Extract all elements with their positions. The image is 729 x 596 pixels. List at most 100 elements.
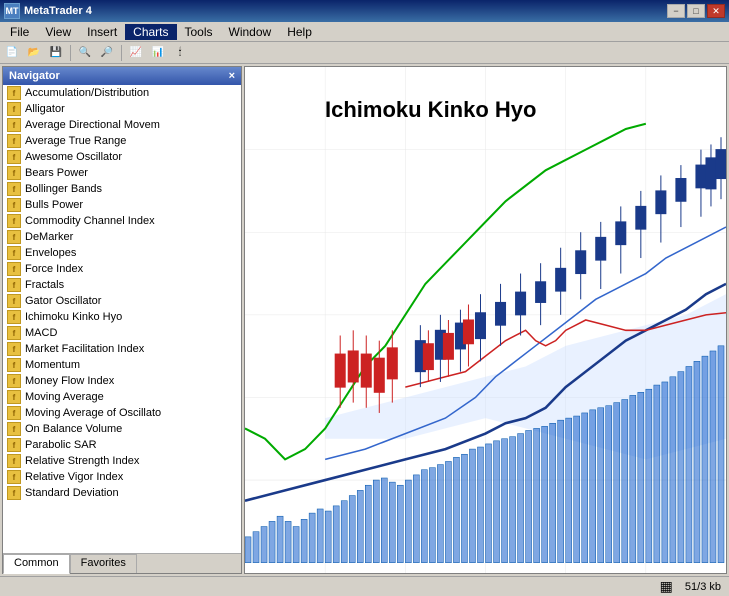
toolbar-line[interactable]: 📈	[126, 44, 146, 62]
toolbar-open[interactable]: 📂	[24, 44, 44, 62]
window-title: MetaTrader 4	[24, 5, 92, 17]
nav-item[interactable]: fAverage True Range	[3, 133, 241, 149]
toolbar-zoom-in[interactable]: 🔍	[75, 44, 95, 62]
window-controls: − □ ✕	[667, 4, 725, 18]
menu-view[interactable]: View	[37, 24, 79, 40]
nav-item-icon: f	[7, 438, 21, 452]
nav-item[interactable]: f Envelopes	[3, 245, 241, 261]
nav-item-label: Momentum	[25, 359, 80, 371]
nav-item[interactable]: f Bears Power	[3, 165, 241, 181]
menu-window[interactable]: Window	[221, 24, 280, 40]
nav-item-icon: f	[7, 166, 21, 180]
navigator-list[interactable]: fAccumulation/DistributionfAlligatorfAve…	[3, 85, 241, 553]
maximize-button[interactable]: □	[687, 4, 705, 18]
nav-item[interactable]: f Moving Average of Oscillato	[3, 405, 241, 421]
menu-insert[interactable]: Insert	[79, 24, 125, 40]
nav-item[interactable]: fAverage Directional Movem	[3, 117, 241, 133]
chart-area: Ichimoku Kinko Hyo	[244, 66, 727, 574]
nav-item[interactable]: f Standard Deviation	[3, 485, 241, 501]
nav-item[interactable]: f On Balance Volume	[3, 421, 241, 437]
nav-item-icon: f	[7, 262, 21, 276]
chart-svg	[245, 67, 726, 573]
toolbar-candle[interactable]: 🕯	[170, 44, 190, 62]
toolbar: 📄 📂 💾 🔍 🔎 📈 📊 🕯	[0, 42, 729, 64]
nav-item-icon: f	[7, 406, 21, 420]
toolbar-bar[interactable]: 📊	[148, 44, 168, 62]
menu-file[interactable]: File	[2, 24, 37, 40]
navigator-header: Navigator ×	[3, 67, 241, 85]
nav-item[interactable]: fFractals	[3, 277, 241, 293]
nav-item[interactable]: f MACD	[3, 325, 241, 341]
toolbar-new[interactable]: 📄	[2, 44, 22, 62]
nav-item-label: Alligator	[25, 103, 65, 115]
app-icon: MT	[4, 3, 20, 19]
toolbar-zoom-out[interactable]: 🔎	[97, 44, 117, 62]
toolbar-save[interactable]: 💾	[46, 44, 66, 62]
nav-item[interactable]: fAwesome Oscillator	[3, 149, 241, 165]
nav-item[interactable]: f Relative Strength Index	[3, 453, 241, 469]
nav-item-icon: f	[7, 246, 21, 260]
nav-item-icon: f	[7, 374, 21, 388]
nav-item-label: Relative Strength Index	[25, 455, 139, 467]
nav-item-icon: f	[7, 214, 21, 228]
nav-item-label: Force Index	[25, 263, 83, 275]
toolbar-sep1	[70, 45, 71, 61]
navigator-close-button[interactable]: ×	[229, 70, 235, 82]
navigator-title: Navigator	[9, 70, 60, 82]
nav-item-label: Average True Range	[25, 135, 126, 147]
nav-item-label: Standard Deviation	[25, 487, 119, 499]
nav-item-label: Bollinger Bands	[25, 183, 102, 195]
nav-item-label: DeMarker	[25, 231, 73, 243]
menu-charts[interactable]: Charts	[125, 24, 176, 40]
status-bar: ▦ 51/3 kb	[0, 576, 729, 596]
nav-item-label: Envelopes	[25, 247, 76, 259]
nav-item-label: Moving Average of Oscillato	[25, 407, 161, 419]
menu-tools[interactable]: Tools	[177, 24, 221, 40]
nav-item-label: MACD	[25, 327, 57, 339]
nav-item[interactable]: f Money Flow Index	[3, 373, 241, 389]
main-content: Navigator × fAccumulation/DistributionfA…	[0, 64, 729, 576]
nav-item-icon: f	[7, 278, 21, 292]
nav-item-icon: f	[7, 422, 21, 436]
nav-item[interactable]: fRelative Vigor Index	[3, 469, 241, 485]
nav-item[interactable]: fBulls Power	[3, 197, 241, 213]
menu-bar: File View Insert Charts Tools Window Hel…	[0, 22, 729, 42]
nav-item[interactable]: fGator Oscillator	[3, 293, 241, 309]
nav-item-icon: f	[7, 390, 21, 404]
nav-item[interactable]: fMarket Facilitation Index	[3, 341, 241, 357]
nav-item[interactable]: fParabolic SAR	[3, 437, 241, 453]
nav-item-icon: f	[7, 454, 21, 468]
toolbar-sep2	[121, 45, 122, 61]
nav-item[interactable]: f Force Index	[3, 261, 241, 277]
status-info: 51/3 kb	[685, 581, 721, 593]
nav-item-icon: f	[7, 86, 21, 100]
nav-item-label: Awesome Oscillator	[25, 151, 122, 163]
menu-help[interactable]: Help	[279, 24, 320, 40]
grid-icon: ▦	[660, 578, 673, 595]
nav-item[interactable]: f Alligator	[3, 101, 241, 117]
nav-item[interactable]: fDeMarker	[3, 229, 241, 245]
nav-item-icon: f	[7, 102, 21, 116]
nav-item-icon: f	[7, 470, 21, 484]
nav-item-label: Bears Power	[25, 167, 88, 179]
minimize-button[interactable]: −	[667, 4, 685, 18]
title-bar: MT MetaTrader 4 − □ ✕	[0, 0, 729, 22]
nav-item-icon: f	[7, 118, 21, 132]
nav-item[interactable]: fMomentum	[3, 357, 241, 373]
navigator-tabs: Common Favorites	[3, 553, 241, 573]
nav-item-icon: f	[7, 310, 21, 324]
nav-item-label: Money Flow Index	[25, 375, 114, 387]
nav-item-label: Market Facilitation Index	[25, 343, 144, 355]
tab-common[interactable]: Common	[3, 554, 70, 574]
nav-item[interactable]: f Commodity Channel Index	[3, 213, 241, 229]
nav-item-icon: f	[7, 326, 21, 340]
nav-item[interactable]: fMoving Average	[3, 389, 241, 405]
tab-favorites[interactable]: Favorites	[70, 554, 137, 573]
nav-item[interactable]: fBollinger Bands	[3, 181, 241, 197]
close-button[interactable]: ✕	[707, 4, 725, 18]
nav-item-label: On Balance Volume	[25, 423, 122, 435]
nav-item-icon: f	[7, 486, 21, 500]
nav-item[interactable]: fIchimoku Kinko Hyo	[3, 309, 241, 325]
nav-item-label: Commodity Channel Index	[25, 215, 155, 227]
nav-item[interactable]: fAccumulation/Distribution	[3, 85, 241, 101]
